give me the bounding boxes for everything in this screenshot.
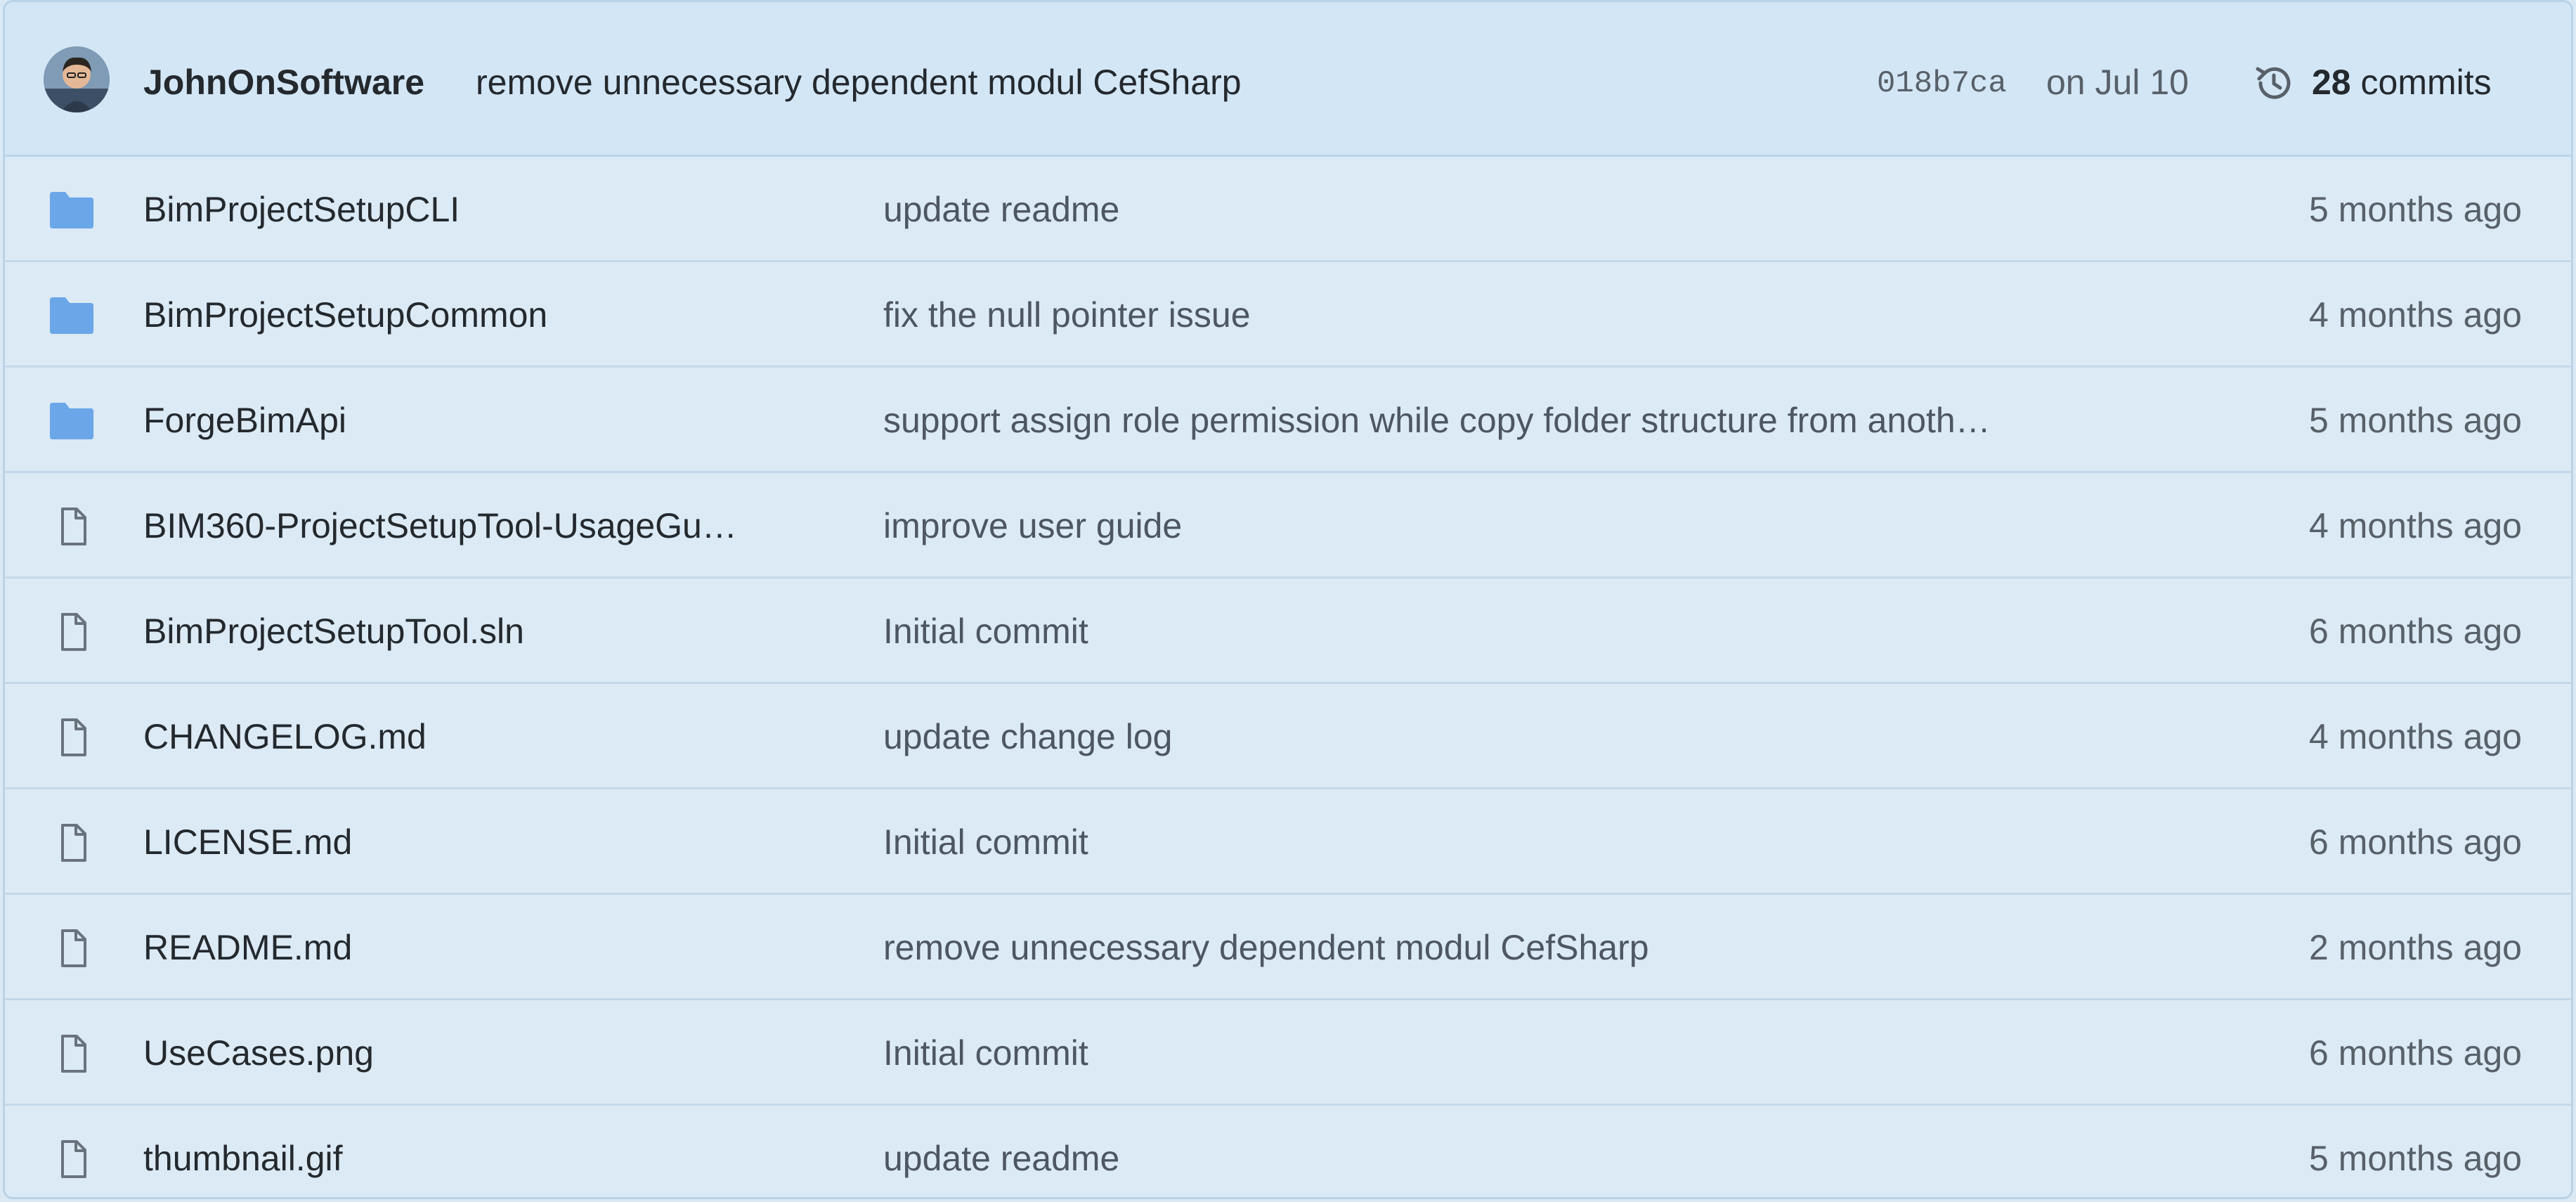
folder-name-link[interactable]: BimProjectSetupCLI (143, 188, 846, 231)
commit-age: 5 months ago (2309, 190, 2522, 229)
commit-age: 4 months ago (2309, 506, 2522, 545)
file-icon (48, 507, 95, 546)
commit-message-link[interactable]: fix the null pointer issue (883, 294, 2204, 336)
file-row: BIM360-ProjectSetupTool-UsageGu… improve … (5, 473, 2571, 579)
file-list: BimProjectSetupCLI update readme 5 months … (5, 157, 2571, 1197)
commit-message-link[interactable]: support assign role permission while cop… (883, 399, 2204, 441)
file-name-link[interactable]: thumbnail.gif (143, 1137, 846, 1180)
repository-file-browser: JohnOnSoftware remove unnecessary depend… (3, 0, 2573, 1199)
folder-name-link[interactable]: BimProjectSetupCommon (143, 294, 846, 336)
file-row: ForgeBimApi support assign role permissio… (5, 368, 2571, 473)
commit-age: 6 months ago (2309, 1033, 2522, 1073)
file-icon (48, 612, 95, 652)
commit-date: on Jul 10 (2046, 63, 2189, 102)
commit-age: 6 months ago (2309, 822, 2522, 862)
commit-sha-link[interactable]: 018b7ca (1877, 64, 2007, 103)
commit-message-link[interactable]: remove unnecessary dependent modul CefSh… (883, 926, 2204, 969)
commit-age: 5 months ago (2309, 401, 2522, 440)
file-icon (48, 718, 95, 757)
file-row: BimProjectSetupCommon fix the null pointe… (5, 262, 2571, 368)
file-row: thumbnail.gif update readme 5 months ago (5, 1106, 2571, 1197)
file-name-link[interactable]: UseCases.png (143, 1032, 846, 1074)
avatar-image (44, 46, 110, 112)
file-name-link[interactable]: BIM360-ProjectSetupTool-UsageGu… (143, 505, 846, 547)
commits-label: commits (2360, 63, 2492, 102)
commit-message-link[interactable]: Initial commit (883, 1032, 2204, 1074)
commits-count: 28 (2312, 63, 2351, 102)
commit-message-link[interactable]: improve user guide (883, 505, 2204, 547)
file-icon (48, 1034, 95, 1073)
folder-icon (48, 296, 95, 335)
file-icon (48, 823, 95, 862)
file-icon (48, 929, 95, 968)
commit-message-link[interactable]: Initial commit (883, 821, 2204, 863)
file-row: CHANGELOG.md update change log 4 months ag… (5, 684, 2571, 789)
file-row: BimProjectSetupCLI update readme 5 months … (5, 157, 2571, 262)
file-row: UseCases.png Initial commit 6 months ago (5, 1000, 2571, 1106)
commit-age: 6 months ago (2309, 612, 2522, 651)
commit-author-link[interactable]: JohnOnSoftware (143, 61, 424, 103)
folder-icon (48, 401, 95, 441)
commit-age: 4 months ago (2309, 295, 2522, 335)
author-avatar[interactable] (44, 46, 110, 112)
file-name-link[interactable]: BimProjectSetupTool.sln (143, 610, 846, 652)
history-icon[interactable] (2252, 62, 2294, 104)
latest-commit-bar: JohnOnSoftware remove unnecessary depend… (5, 2, 2571, 157)
commit-age: 4 months ago (2309, 717, 2522, 756)
file-row: BimProjectSetupTool.sln Initial commit 6 m… (5, 579, 2571, 684)
file-row: LICENSE.md Initial commit 6 months ago (5, 789, 2571, 895)
commit-message-link[interactable]: Initial commit (883, 610, 2204, 652)
folder-name-link[interactable]: ForgeBimApi (143, 399, 846, 441)
commit-age: 5 months ago (2309, 1139, 2522, 1178)
commit-age: 2 months ago (2309, 928, 2522, 967)
file-row: README.md remove unnecessary dependent mo… (5, 895, 2571, 1000)
commits-count-link[interactable]: 28 commits (2312, 61, 2492, 103)
commit-message-link[interactable]: update readme (883, 188, 2204, 231)
file-icon (48, 1139, 95, 1179)
file-name-link[interactable]: CHANGELOG.md (143, 716, 846, 758)
file-name-link[interactable]: LICENSE.md (143, 821, 846, 863)
commit-message-link[interactable]: remove unnecessary dependent modul CefSh… (476, 61, 1242, 103)
folder-icon (48, 190, 95, 230)
file-name-link[interactable]: README.md (143, 926, 846, 969)
commit-message-link[interactable]: update readme (883, 1137, 2204, 1180)
commit-message-link[interactable]: update change log (883, 716, 2204, 758)
